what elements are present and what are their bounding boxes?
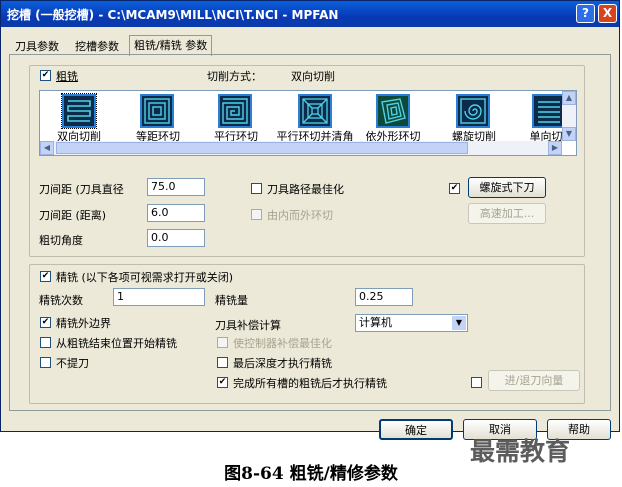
stepover-percent-input[interactable]: 75.0 — [147, 178, 205, 196]
chevron-down-icon[interactable]: ▼ — [452, 316, 466, 330]
parallel-spiral-icon[interactable] — [218, 94, 252, 128]
pattern-vertical-scrollbar[interactable]: ▲ ▼ — [562, 91, 576, 141]
spiral-inside-out-label: 由内而外环切 — [267, 209, 333, 222]
finish-spacing-label: 精铣量 — [215, 294, 248, 307]
finish-spacing-input[interactable]: 0.25 — [355, 288, 413, 306]
ramp-checkbox[interactable]: ✔ — [449, 183, 460, 194]
rough-label: 粗铣 — [56, 70, 78, 83]
tab-pocketing-parameters[interactable]: 挖槽参数 — [71, 39, 123, 55]
rough-angle-input[interactable]: 0.0 — [147, 229, 205, 247]
true-spiral-icon[interactable] — [456, 94, 490, 128]
constant-overlap-spiral-icon[interactable] — [140, 94, 174, 128]
finish-after-all-label: 完成所有槽的粗铣后才执行精铣 — [233, 377, 387, 390]
scroll-down-icon[interactable]: ▼ — [562, 127, 576, 141]
last-depth-label: 最后深度才执行精铣 — [233, 357, 332, 370]
scroll-right-icon[interactable]: ▶ — [548, 141, 562, 155]
help-title-button[interactable]: ? — [576, 4, 595, 23]
cut-method-value: 双向切削 — [291, 70, 335, 83]
window-title: 挖槽 (一般挖槽) - C:\MCAM9\MILL\NCI\T.NCI - MP… — [7, 8, 339, 22]
cut-method-label: 切削方式： — [207, 70, 262, 83]
cut-pattern-list[interactable]: 双向切削 等距环切 平行环切 平行环切并清角 依外形环切 螺旋切削 单向切 ▲ … — [39, 90, 577, 156]
keep-tool-down-checkbox[interactable] — [40, 357, 51, 368]
last-depth-checkbox[interactable] — [217, 357, 228, 368]
scroll-thumb[interactable] — [56, 142, 468, 154]
parallel-spiral-clean-corners-icon[interactable] — [298, 94, 332, 128]
spiral-inside-out-checkbox[interactable] — [251, 209, 262, 220]
finish-outer-checkbox[interactable]: ✔ — [40, 317, 51, 328]
finish-passes-label: 精铣次数 — [39, 294, 83, 307]
lead-in-out-button[interactable]: 进/退刀向量 — [488, 370, 580, 391]
close-button[interactable]: X — [598, 4, 617, 23]
finish-passes-input[interactable]: 1 — [113, 288, 205, 306]
stepover-distance-label: 刀间距 (距离) — [39, 209, 107, 222]
optimize-comp-checkbox[interactable] — [217, 337, 228, 348]
pattern-horizontal-scrollbar[interactable]: ◀ ▶ — [40, 141, 562, 155]
tab-tool-parameters[interactable]: 刀具参数 — [11, 39, 63, 55]
scroll-left-icon[interactable]: ◀ — [40, 141, 54, 155]
rough-checkbox[interactable]: ✔ — [40, 70, 51, 81]
cutter-comp-select[interactable]: 计算机 ▼ — [355, 314, 468, 332]
cutter-comp-label: 刀具补偿计算 — [215, 319, 281, 332]
start-from-rough-end-checkbox[interactable] — [40, 337, 51, 348]
stepover-percent-label: 刀间距 (刀具直径 — [39, 183, 124, 196]
finish-checkbox[interactable]: ✔ — [40, 271, 51, 282]
minimize-toolpath-label: 刀具路径最佳化 — [267, 183, 344, 196]
morph-spiral-icon[interactable] — [376, 94, 410, 128]
ramp-button[interactable]: 螺旋式下刀 — [468, 177, 546, 198]
start-from-rough-end-label: 从粗铣结束位置开始精铣 — [56, 337, 177, 350]
dialog-window: 挖槽 (一般挖槽) - C:\MCAM9\MILL\NCI\T.NCI - MP… — [0, 0, 620, 440]
title-bar[interactable]: 挖槽 (一般挖槽) - C:\MCAM9\MILL\NCI\T.NCI - MP… — [1, 1, 619, 27]
finish-after-all-checkbox[interactable]: ✔ — [217, 377, 228, 388]
high-speed-button[interactable]: 高速加工... — [468, 203, 546, 224]
optimize-comp-label: 使控制器补偿最佳化 — [233, 337, 332, 350]
figure-caption: 图8-64 粗铣/精修参数 — [224, 464, 398, 484]
tab-rough-finish-parameters[interactable]: 粗铣/精铣 参数 — [129, 35, 213, 56]
one-way-pattern-icon[interactable] — [532, 94, 566, 128]
finish-outer-label: 精铣外边界 — [56, 317, 111, 330]
rough-angle-label: 粗切角度 — [39, 234, 83, 247]
keep-tool-down-label: 不提刀 — [56, 357, 89, 370]
minimize-toolpath-checkbox[interactable] — [251, 183, 262, 194]
lead-in-out-checkbox[interactable] — [471, 377, 482, 388]
stepover-distance-input[interactable]: 6.0 — [147, 204, 205, 222]
cutter-comp-value: 计算机 — [359, 316, 392, 329]
finish-label: 精铣 (以下各项可视需求打开或关闭) — [56, 271, 234, 284]
scroll-up-icon[interactable]: ▲ — [562, 91, 576, 105]
zigzag-pattern-icon[interactable] — [61, 93, 97, 129]
ok-button[interactable]: 确定 — [379, 419, 453, 440]
